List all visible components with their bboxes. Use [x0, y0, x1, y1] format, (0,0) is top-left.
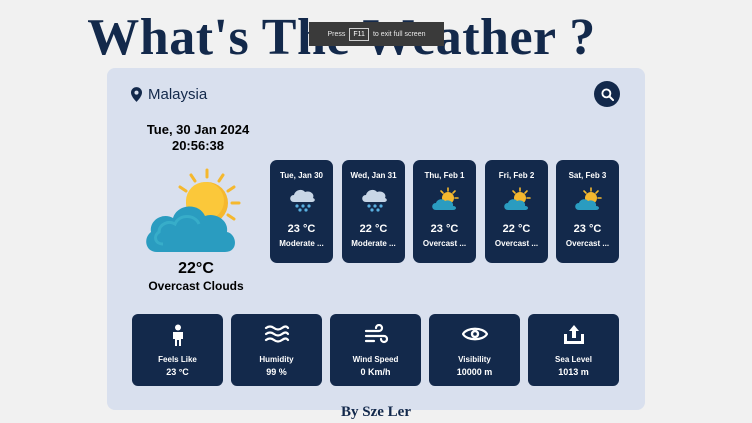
forecast-temp: 23 °C — [430, 223, 459, 235]
water-waves-icon — [264, 325, 289, 343]
sun-behind-cloud-icon — [503, 187, 531, 210]
current-datetime: Tue, 30 Jan 2024 20:56:38 — [133, 122, 263, 154]
forecast-desc: Overcast ... — [565, 239, 610, 248]
forecast-date: Tue, Jan 30 — [280, 171, 323, 180]
stat-value: 0 Km/h — [360, 367, 391, 377]
stat-value: 23 °C — [166, 367, 189, 377]
forecast-card: Wed, Jan 31 22 °C Moderate ... — [342, 160, 405, 263]
sea-level-icon — [563, 325, 584, 344]
current-description: Overcast Clouds — [148, 279, 244, 293]
eye-icon — [461, 327, 488, 341]
stat-label: Humidity — [259, 355, 294, 364]
sun-behind-cloud-icon — [431, 187, 459, 210]
stat-label: Feels Like — [158, 355, 197, 364]
stat-sea-level: Sea Level 1013 m — [528, 314, 619, 386]
forecast-desc: Moderate ... — [351, 239, 396, 248]
current-date: Tue, 30 Jan 2024 — [146, 122, 250, 137]
forecast-date: Thu, Feb 1 — [424, 171, 465, 180]
sun-behind-cloud-icon — [574, 187, 602, 210]
stat-visibility: Visibility 10000 m — [429, 314, 520, 386]
stat-label: Sea Level — [555, 355, 592, 364]
forecast-date: Wed, Jan 31 — [350, 171, 397, 180]
weather-card: Malaysia Tue, 30 Jan 2024 20:56:38 22°C … — [107, 68, 645, 410]
fullscreen-hint: Press F11 to exit full screen — [309, 22, 444, 46]
forecast-date: Fri, Feb 2 — [498, 171, 535, 180]
forecast-temp: 23 °C — [573, 223, 602, 235]
search-button[interactable] — [594, 81, 620, 107]
stat-value: 10000 m — [456, 367, 493, 377]
fullscreen-hint-pre: Press — [327, 30, 346, 38]
fullscreen-hint-key: F11 — [349, 27, 369, 41]
stat-wind-speed: Wind Speed 0 Km/h — [330, 314, 421, 386]
current-time: 20:56:38 — [171, 138, 225, 153]
forecast-card: Fri, Feb 2 22 °C Overcast ... — [485, 160, 548, 263]
forecast-temp: 22 °C — [502, 223, 531, 235]
forecast-desc: Overcast ... — [422, 239, 467, 248]
stat-feels-like: Feels Like 23 °C — [132, 314, 223, 386]
rain-cloud-icon — [361, 189, 387, 212]
forecast-card: Tue, Jan 30 23 °C Moderate ... — [270, 160, 333, 263]
fullscreen-hint-post: to exit full screen — [372, 30, 426, 38]
forecast-desc: Overcast ... — [494, 239, 539, 248]
forecast-card: Thu, Feb 1 23 °C Overcast ... — [413, 160, 476, 263]
forecast-desc: Moderate ... — [279, 239, 324, 248]
map-pin-icon — [131, 87, 142, 102]
stat-label: Visibility — [458, 355, 491, 364]
byline: By Sze Ler — [341, 404, 411, 420]
location[interactable]: Malaysia — [131, 86, 207, 103]
forecast-card: Sat, Feb 3 23 °C Overcast ... — [556, 160, 619, 263]
stat-label: Wind Speed — [352, 355, 399, 364]
wind-icon — [364, 324, 388, 344]
forecast-temp: 22 °C — [359, 223, 388, 235]
forecast-temp: 23 °C — [287, 223, 316, 235]
location-name: Malaysia — [148, 86, 208, 103]
stat-value: 99 % — [266, 367, 287, 377]
forecast-date: Sat, Feb 3 — [568, 171, 607, 180]
current-temperature: 22°C — [178, 260, 214, 277]
stat-value: 1013 m — [558, 367, 589, 377]
person-icon — [172, 324, 183, 346]
rain-cloud-icon — [289, 189, 315, 212]
sun-behind-cloud-icon — [146, 168, 241, 252]
search-icon — [600, 87, 614, 101]
stat-humidity: Humidity 99 % — [231, 314, 322, 386]
